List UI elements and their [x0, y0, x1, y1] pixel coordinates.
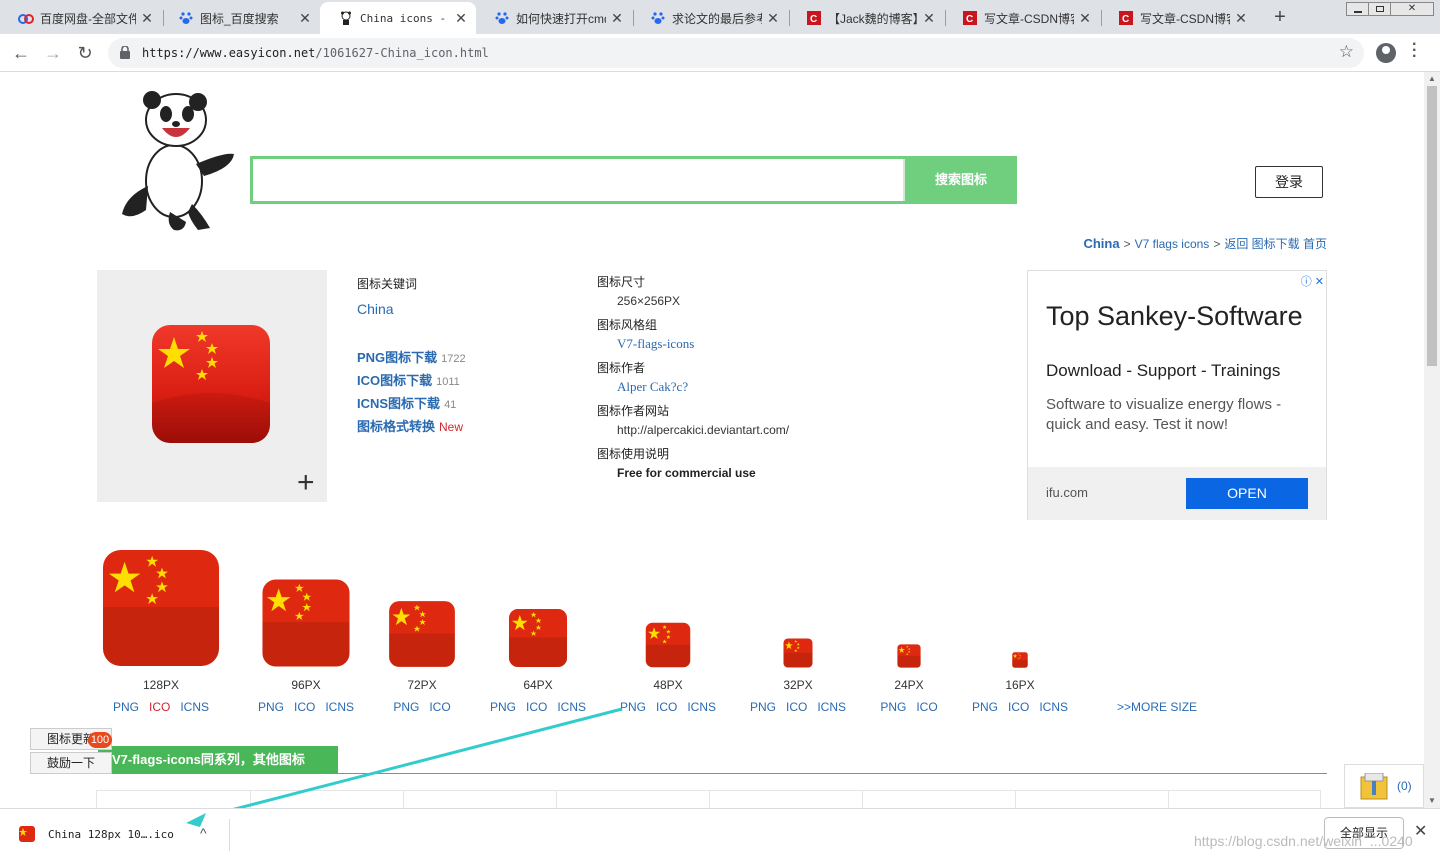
baidu-paw-icon [178, 10, 194, 26]
close-icon[interactable]: ✕ [1078, 10, 1092, 27]
tab-title: 【Jack魏的博客】 [828, 11, 918, 26]
minimize-icon[interactable] [1347, 3, 1369, 15]
close-icon[interactable]: ✕ [298, 10, 312, 27]
csdn-icon: C [962, 10, 978, 26]
tab-thesis-refs[interactable]: 求论文的最后参考 ✕ [632, 2, 788, 34]
download-item[interactable]: China 128px 10….ico ^ [14, 819, 230, 851]
csdn-icon: C [806, 10, 822, 26]
back-arrow-icon[interactable]: ← [10, 42, 32, 64]
tab-title: 写文章-CSDN博客 [984, 11, 1074, 26]
forward-arrow-icon[interactable]: → [42, 42, 64, 64]
lock-icon [120, 45, 130, 62]
svg-text:C: C [810, 14, 817, 25]
address-bar[interactable]: https://www.easyicon.net/1061627-China_i… [108, 38, 1364, 68]
tab-strip: 百度网盘-全部文件 ✕ 图标_百度搜索 ✕ China icons - V7 ✕… [0, 0, 1440, 34]
close-icon[interactable]: ✕ [140, 10, 154, 27]
tab-cmd-article[interactable]: 如何快速打开cmd ✕ [476, 2, 632, 34]
tab-baidu-search[interactable]: 图标_百度搜索 ✕ [160, 2, 320, 34]
url-text: https://www.easyicon.net/1061627-China_i… [142, 46, 489, 60]
svg-text:C: C [966, 14, 973, 25]
baidu-cloud-icon [18, 10, 34, 26]
tab-title: 求论文的最后参考 [672, 11, 762, 26]
new-tab-plus-icon[interactable]: + [1270, 6, 1290, 29]
watermark: https://blog.csdn.net/weixin_...0240 [1194, 833, 1413, 849]
svg-text:C: C [1122, 14, 1129, 25]
tab-csdn-write-2[interactable]: C 写文章-CSDN博客 ✕ [1100, 2, 1256, 34]
download-filename: China 128px 10….ico [48, 828, 174, 841]
close-icon[interactable]: ✕ [1414, 821, 1427, 841]
baidu-paw-icon [650, 10, 666, 26]
close-icon[interactable]: ✕ [610, 10, 624, 27]
panda-icon [338, 10, 354, 26]
csdn-icon: C [1118, 10, 1134, 26]
baidu-paw-icon [494, 10, 510, 26]
menu-dots-icon[interactable]: · · · [1412, 37, 1417, 65]
star-bookmark-icon[interactable]: ☆ [1339, 42, 1354, 62]
close-icon[interactable]: ✕ [454, 10, 468, 27]
scrollbar-thumb[interactable] [1427, 86, 1437, 366]
page-content: 搜索图标 登录 China > V7 flags icons > 返回 图标下载 首页 … [0, 72, 1424, 808]
tab-jack-blog[interactable]: C 【Jack魏的博客】 ✕ [788, 2, 944, 34]
download-bar: China 128px 10….ico ^ 全部显示 ✕ https://blo… [0, 808, 1440, 860]
chevron-up-icon[interactable]: ^ [200, 825, 207, 841]
window-close-icon[interactable]: ✕ [1391, 3, 1433, 15]
window-controls: ✕ [1346, 2, 1434, 16]
tab-china-icons[interactable]: China icons - V7 ✕ [320, 2, 476, 34]
profile-avatar-icon[interactable] [1376, 43, 1396, 63]
restore-icon[interactable] [1369, 3, 1391, 15]
reload-icon[interactable]: ↻ [74, 42, 96, 64]
tab-title: China icons - V7 [360, 11, 450, 25]
tab-title: 写文章-CSDN博客 [1140, 11, 1230, 26]
annotation-arrow [232, 707, 623, 808]
china-flag-icon [19, 826, 35, 842]
tab-title: 百度网盘-全部文件 [40, 11, 136, 26]
browser-toolbar: ← → ↻ https://www.easyicon.net/1061627-C… [0, 34, 1440, 72]
close-icon[interactable]: ✕ [1234, 10, 1248, 27]
close-icon[interactable]: ✕ [766, 10, 780, 27]
tab-csdn-write-1[interactable]: C 写文章-CSDN博客 ✕ [944, 2, 1100, 34]
close-icon[interactable]: ✕ [922, 10, 936, 27]
tab-title: 图标_百度搜索 [200, 11, 279, 26]
tab-title: 如何快速打开cmd [516, 11, 606, 26]
page-scrollbar[interactable]: ▲ ▼ [1424, 72, 1440, 808]
tab-baidu-pan[interactable]: 百度网盘-全部文件 ✕ [0, 2, 162, 34]
